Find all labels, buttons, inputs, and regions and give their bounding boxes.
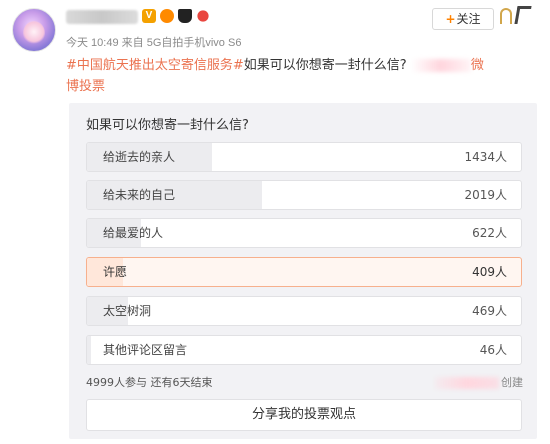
poll-option-label: 给最爱的人 (103, 226, 164, 240)
poll-option[interactable]: 给逝去的亲人 1434人 (86, 142, 522, 172)
poll-option-label: 许愿 (103, 265, 128, 279)
caption-redacted (410, 59, 471, 72)
creator-redacted (435, 377, 499, 389)
poll-option-count: 622人 (472, 226, 507, 240)
poll-option[interactable]: 许愿 409人 (86, 257, 522, 287)
author-name-redacted[interactable] (66, 10, 138, 24)
poll-summary: 4999人参与 还有6天结束 (86, 376, 213, 389)
poll-option[interactable]: 给未来的自己 2019人 (86, 180, 522, 210)
poll-option-count: 469人 (472, 304, 507, 318)
poll-option[interactable]: 给最爱的人 622人 (86, 218, 522, 248)
poll-option-label: 给未来的自己 (103, 188, 176, 202)
poll-option-count: 46人 (479, 343, 507, 357)
author-badges: V (142, 8, 211, 24)
share-opinion-button[interactable]: 分享我的投票观点 (86, 399, 522, 431)
verified-badge-icon: V (142, 9, 156, 23)
follow-label: 关注 (456, 12, 481, 26)
member-badge-icon (160, 9, 174, 23)
poll-card: 如果可以你想寄一封什么信? 给逝去的亲人 1434人给未来的自己 2019人给最爱的… (69, 103, 537, 439)
poll-option-count: 1434人 (464, 150, 507, 164)
poll-link[interactable]: 博投票 (66, 79, 105, 94)
poll-option-bar (87, 336, 91, 364)
hashtag-link[interactable]: #中国航天推出太空寄信服务# (66, 58, 244, 73)
poll-creator: 创建 (435, 374, 523, 390)
decoration-icon (498, 4, 538, 26)
poll-option-label: 给逝去的亲人 (103, 150, 176, 164)
poll-option-label: 其他评论区留言 (103, 343, 188, 357)
poll-option-count: 409人 (472, 265, 507, 279)
plus-icon: + (445, 12, 456, 26)
author-avatar[interactable] (12, 8, 56, 52)
grad-cap-badge-icon (178, 9, 192, 23)
post-caption: #中国航天推出太空寄信服务#如果可以你想寄一封什么信? 微 博投票 (66, 55, 536, 97)
follow-button[interactable]: +关注 (432, 8, 494, 30)
creator-suffix: 创建 (501, 376, 523, 389)
poll-option-label: 太空树洞 (103, 304, 152, 318)
poll-option[interactable]: 太空树洞 469人 (86, 296, 522, 326)
caption-tail-a[interactable]: 微 (471, 58, 484, 73)
poll-option[interactable]: 其他评论区留言 46人 (86, 335, 522, 365)
post-meta: 今天 10:49 来自 5G自拍手机vivo S6 (66, 37, 242, 49)
poll-title: 如果可以你想寄一封什么信? (86, 118, 249, 133)
heart-badge-icon (195, 8, 211, 24)
poll-option-count: 2019人 (464, 188, 507, 202)
caption-text: 如果可以你想寄一封什么信? (243, 58, 407, 73)
